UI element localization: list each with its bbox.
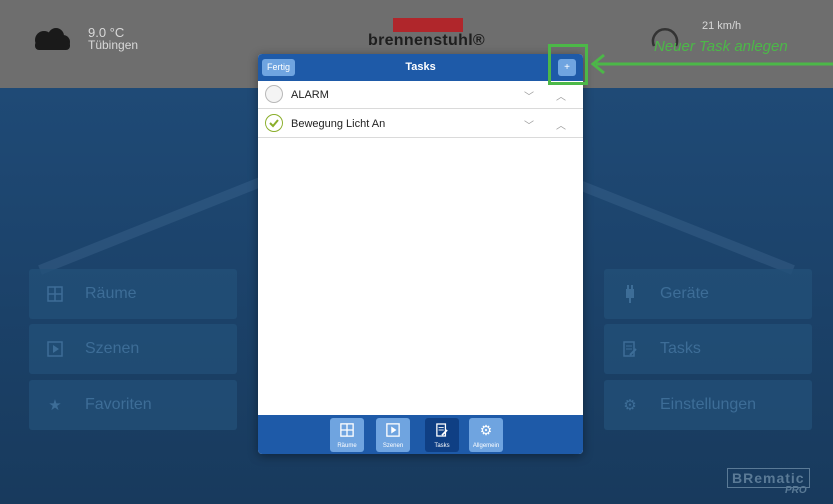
tile-label: Geräte <box>660 285 709 302</box>
footer-label: Räume <box>337 443 357 449</box>
brematic-logo: BRematic PRO <box>727 458 811 498</box>
task-row[interactable]: ALARM ﹀ ︿ <box>258 81 583 109</box>
chevron-up-icon[interactable]: ︿ <box>556 117 566 132</box>
modal-title: Tasks <box>405 61 436 73</box>
star-icon: ★ <box>48 397 62 414</box>
rooms-icon <box>330 421 364 439</box>
footer-scenes-button[interactable]: Szenen <box>376 418 410 452</box>
checkmark-icon <box>269 119 279 128</box>
footer-tasks-button[interactable]: Tasks <box>425 418 459 452</box>
wind-speed: 21 km/h <box>702 20 742 32</box>
brand-red-bar <box>393 18 463 32</box>
footer-rooms-button[interactable]: Räume <box>330 418 364 452</box>
task-radio-unchecked[interactable] <box>265 85 283 103</box>
tile-rooms[interactable]: Räume <box>29 269 237 319</box>
tile-settings[interactable]: ⚙ Einstellungen <box>604 380 812 430</box>
scenes-icon <box>376 421 410 439</box>
chevron-down-icon[interactable]: ﹀ <box>524 117 534 132</box>
task-label: Bewegung Licht An <box>291 118 386 130</box>
tile-devices[interactable]: Geräte <box>604 269 812 319</box>
tasks-modal: Tasks Fertig + ALARM ﹀ ︿ Bewegung Licht … <box>258 54 583 454</box>
footer-general-button[interactable]: ⚙ Allgemein <box>469 418 503 452</box>
rooms-icon <box>45 284 65 304</box>
chevron-up-icon[interactable]: ︿ <box>556 88 566 103</box>
brand-logo: brennenstuhl® <box>368 32 486 49</box>
location: Tübingen <box>88 38 139 52</box>
gears-icon: ⚙ <box>623 397 637 414</box>
tile-tasks[interactable]: Tasks <box>604 324 812 374</box>
weather-widget: 9.0 °C Tübingen <box>30 26 138 52</box>
highlight-box <box>548 44 588 85</box>
tasks-icon <box>620 339 640 359</box>
footer-label: Tasks <box>434 443 450 449</box>
tile-scenes[interactable]: Szenen <box>29 324 237 374</box>
tile-label: Szenen <box>85 340 140 357</box>
annotation-text: Neuer Task anlegen <box>654 38 788 55</box>
done-button[interactable]: Fertig <box>262 59 296 76</box>
footer-label: Szenen <box>382 443 404 449</box>
chevron-down-icon[interactable]: ﹀ <box>524 88 534 103</box>
tile-label: Tasks <box>660 340 701 357</box>
footer-label: Allgemein <box>472 443 500 449</box>
gears-icon: ⚙ <box>479 421 493 438</box>
arrow-left-icon <box>590 53 833 75</box>
tile-label: Favoriten <box>85 396 152 413</box>
cloud-icon <box>35 28 70 50</box>
modal-footer-nav: Räume Szenen Tasks ⚙ Allgemein <box>258 415 583 454</box>
logo-pro: PRO <box>785 485 807 496</box>
task-row[interactable]: Bewegung Licht An ﹀ ︿ <box>258 110 583 138</box>
modal-header: Tasks Fertig + <box>258 54 583 81</box>
scenes-icon <box>45 339 65 359</box>
task-label: ALARM <box>291 89 329 101</box>
task-radio-checked[interactable] <box>265 114 283 132</box>
tile-favorites[interactable]: ★ Favoriten <box>29 380 237 430</box>
plug-icon <box>620 284 640 304</box>
tile-label: Einstellungen <box>660 396 757 413</box>
tasks-icon <box>425 421 459 439</box>
tile-label: Räume <box>85 285 137 302</box>
